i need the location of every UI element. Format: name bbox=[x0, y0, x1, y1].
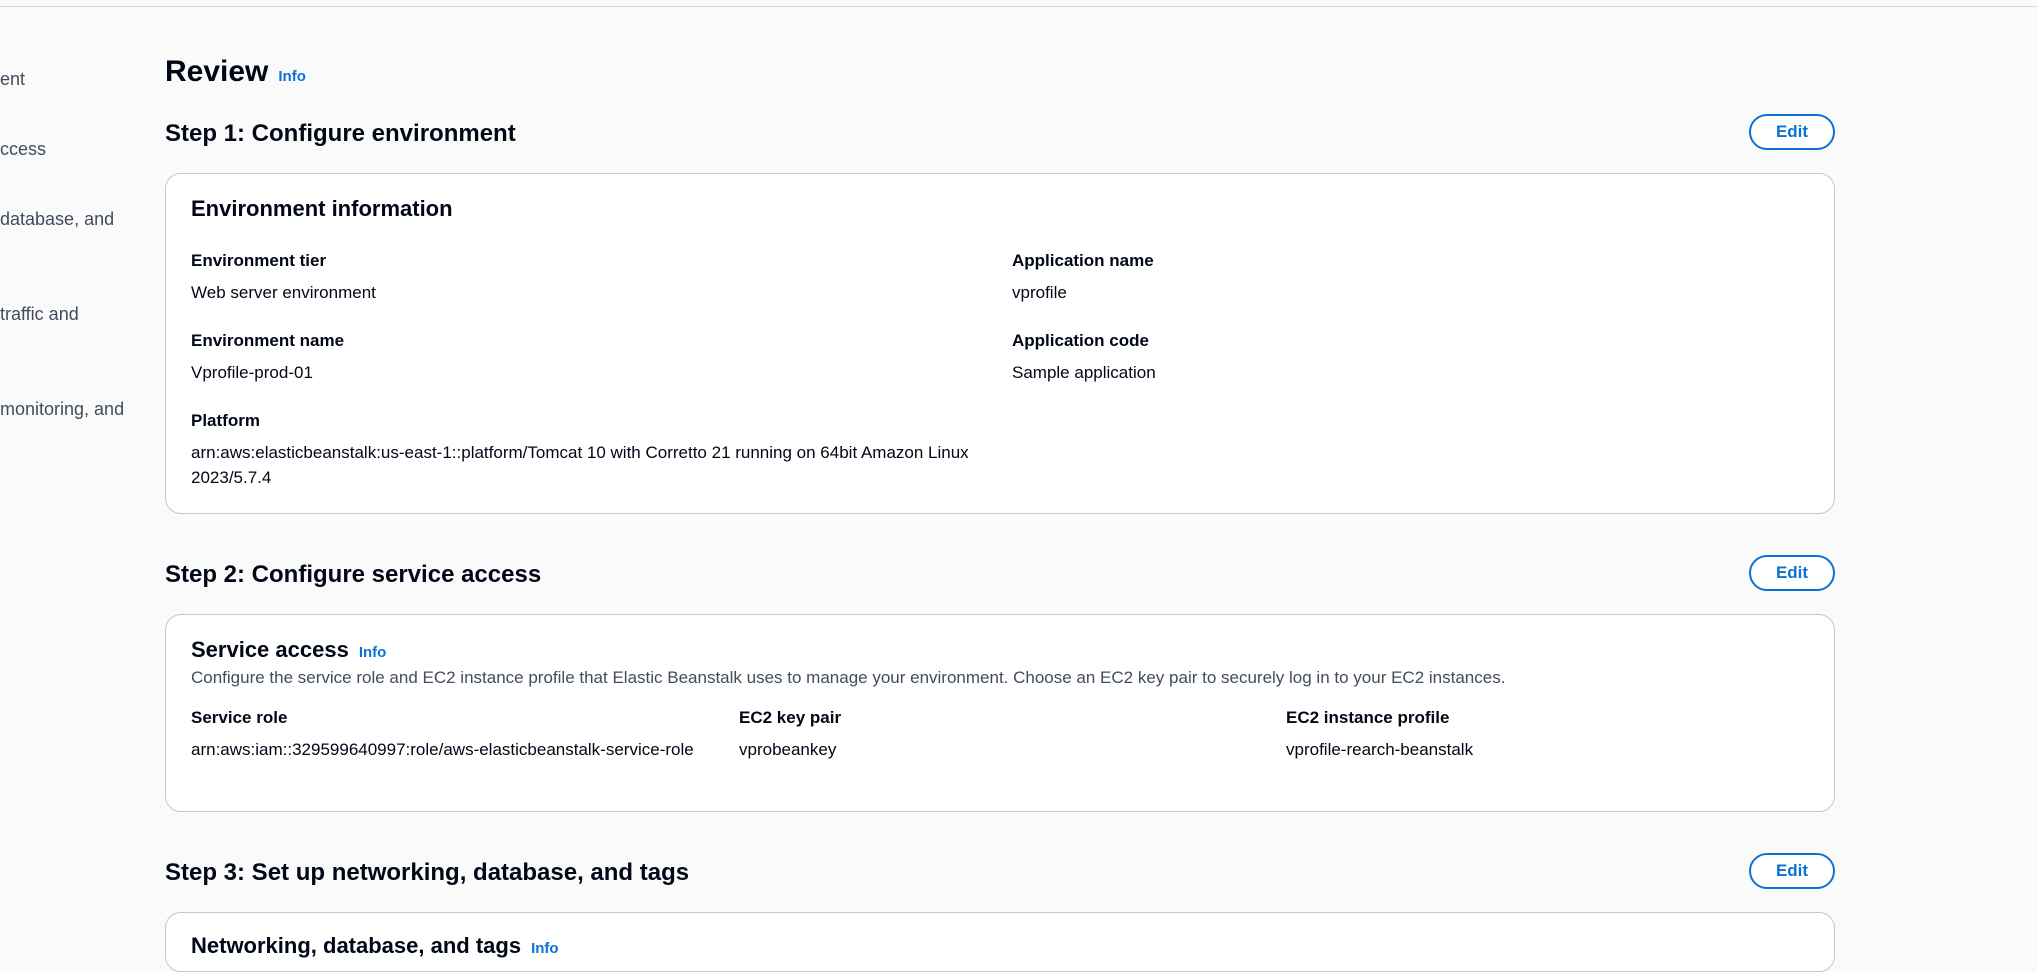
step1-title: Step 1: Configure environment bbox=[165, 120, 516, 147]
step2-edit-button[interactable]: Edit bbox=[1749, 555, 1835, 591]
step1-edit-button[interactable]: Edit bbox=[1749, 114, 1835, 150]
ec2-instance-profile-label: EC2 instance profile bbox=[1286, 708, 1450, 727]
networking-info-link[interactable]: Info bbox=[531, 940, 559, 957]
review-heading: Review Info bbox=[165, 55, 306, 89]
environment-name-field: Environment name Vprofile-prod-01 bbox=[191, 331, 344, 385]
environment-name-value: Vprofile-prod-01 bbox=[191, 363, 313, 382]
application-code-label: Application code bbox=[1012, 331, 1149, 350]
environment-name-label: Environment name bbox=[191, 331, 345, 350]
ec2-instance-profile-field: EC2 instance profile vprofile-rearch-bea… bbox=[1286, 708, 1473, 762]
ec2-key-pair-label: EC2 key pair bbox=[739, 708, 842, 727]
service-role-value: arn:aws:iam::329599640997:role/aws-elast… bbox=[191, 740, 694, 759]
service-role-label: Service role bbox=[191, 708, 288, 727]
step2-header: Step 2: Configure service access Edit bbox=[165, 555, 1835, 595]
side-nav-item-monitoring[interactable]: monitoring, and bbox=[0, 399, 124, 420]
networking-title: Networking, database, and tags bbox=[191, 933, 522, 958]
environment-tier-label: Environment tier bbox=[191, 251, 327, 270]
step1-header: Step 1: Configure environment Edit bbox=[165, 114, 1835, 154]
environment-tier-field: Environment tier Web server environment bbox=[191, 251, 376, 305]
environment-information-container: Environment information Environment tier… bbox=[165, 173, 1835, 514]
main-content: Review Info Step 1: Configure environmen… bbox=[165, 0, 1835, 972]
service-access-info-link[interactable]: Info bbox=[359, 644, 387, 661]
application-name-label: Application name bbox=[1012, 251, 1154, 270]
ec2-key-pair-value: vprobeankey bbox=[739, 740, 837, 759]
platform-value: arn:aws:elasticbeanstalk:us-east-1::plat… bbox=[191, 443, 969, 487]
environment-tier-value: Web server environment bbox=[191, 283, 376, 302]
step3-title: Step 3: Set up networking, database, and… bbox=[165, 859, 690, 886]
side-navigation: ent ccess database, and traffic and moni… bbox=[0, 0, 150, 952]
service-role-field: Service role arn:aws:iam::329599640997:r… bbox=[191, 708, 711, 762]
side-nav-item-configure-environment[interactable]: ent bbox=[0, 69, 25, 90]
networking-database-tags-container: Networking, database, and tags Info bbox=[165, 912, 1835, 972]
side-nav-item-traffic[interactable]: traffic and bbox=[0, 304, 79, 325]
platform-label: Platform bbox=[191, 411, 260, 430]
side-nav-item-service-access[interactable]: ccess bbox=[0, 139, 46, 160]
service-access-container: Service access Info Configure the servic… bbox=[165, 614, 1835, 812]
application-name-field: Application name vprofile bbox=[1012, 251, 1154, 305]
application-code-value: Sample application bbox=[1012, 363, 1156, 382]
service-access-description: Configure the service role and EC2 insta… bbox=[191, 668, 1506, 687]
service-access-heading: Service access Info bbox=[191, 637, 386, 663]
side-nav-item-networking[interactable]: database, and bbox=[0, 209, 114, 230]
step3-edit-button[interactable]: Edit bbox=[1749, 853, 1835, 889]
application-name-value: vprofile bbox=[1012, 283, 1067, 302]
ec2-instance-profile-value: vprofile-rearch-beanstalk bbox=[1286, 740, 1474, 759]
review-info-link[interactable]: Info bbox=[278, 68, 306, 85]
service-access-title: Service access bbox=[191, 637, 349, 662]
ec2-key-pair-field: EC2 key pair vprobeankey bbox=[739, 708, 841, 762]
networking-heading: Networking, database, and tags Info bbox=[191, 933, 559, 959]
platform-field: Platform arn:aws:elasticbeanstalk:us-eas… bbox=[191, 411, 996, 490]
environment-information-title: Environment information bbox=[191, 196, 453, 221]
page-title: Review bbox=[165, 55, 269, 88]
step3-header: Step 3: Set up networking, database, and… bbox=[165, 853, 1835, 893]
step2-title: Step 2: Configure service access bbox=[165, 561, 542, 588]
application-code-field: Application code Sample application bbox=[1012, 331, 1156, 385]
